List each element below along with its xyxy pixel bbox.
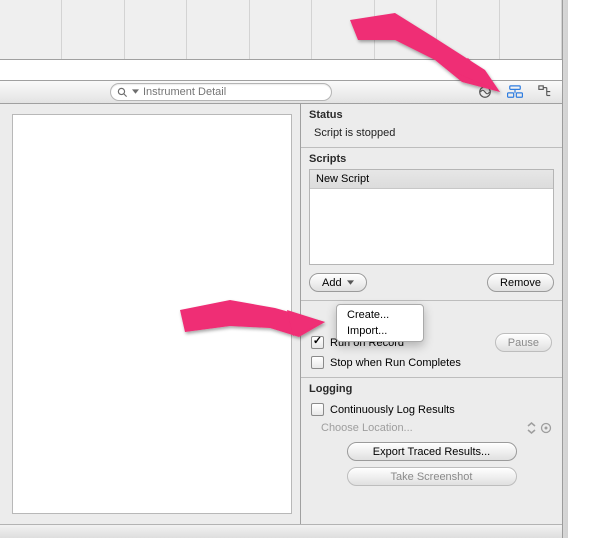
stop-when-complete-checkbox[interactable] <box>311 356 324 369</box>
export-label: Export Traced Results... <box>373 446 490 458</box>
view-activity-icon[interactable] <box>476 84 494 100</box>
scripts-header: Scripts <box>301 148 562 167</box>
logging-header: Logging <box>301 378 562 397</box>
choose-location-label: Choose Location... <box>311 422 413 434</box>
view-outline-icon[interactable] <box>536 84 554 100</box>
timeline-grid <box>0 0 562 60</box>
screenshot-label: Take Screenshot <box>391 471 473 483</box>
view-inspector-icon[interactable] <box>506 84 524 100</box>
chevron-down-icon <box>347 280 354 286</box>
chevron-down-icon <box>132 89 139 95</box>
continuous-log-checkbox[interactable] <box>311 403 324 416</box>
status-header: Status <box>301 104 562 123</box>
add-popup-menu[interactable]: Create... Import... <box>336 304 424 342</box>
scripts-list[interactable]: New Script <box>309 169 554 265</box>
choose-location-stepper[interactable] <box>527 422 552 434</box>
menu-item-import[interactable]: Import... <box>337 323 423 339</box>
remove-button[interactable]: Remove <box>487 273 554 292</box>
add-button[interactable]: Add <box>309 273 367 292</box>
search-input[interactable] <box>143 86 325 98</box>
export-traced-button[interactable]: Export Traced Results... <box>347 442 517 461</box>
pause-label: Pause <box>508 337 539 349</box>
take-screenshot-button[interactable]: Take Screenshot <box>347 467 517 486</box>
target-icon <box>540 422 552 434</box>
source-editor[interactable] <box>12 114 292 514</box>
search-field[interactable] <box>110 83 332 101</box>
source-panel <box>0 104 300 524</box>
toolbar <box>0 80 562 104</box>
bottom-bar <box>0 524 562 538</box>
stop-when-complete-label: Stop when Run Completes <box>330 357 461 369</box>
search-icon <box>117 87 128 98</box>
status-text: Script is stopped <box>311 127 395 139</box>
list-item[interactable]: New Script <box>310 170 553 189</box>
continuous-log-label: Continuously Log Results <box>330 404 455 416</box>
pause-button[interactable]: Pause <box>495 333 552 352</box>
menu-item-create[interactable]: Create... <box>337 307 423 323</box>
run-on-record-checkbox[interactable] <box>311 336 324 349</box>
add-label: Add <box>322 277 342 289</box>
window-edge <box>562 0 583 538</box>
remove-label: Remove <box>500 277 541 289</box>
